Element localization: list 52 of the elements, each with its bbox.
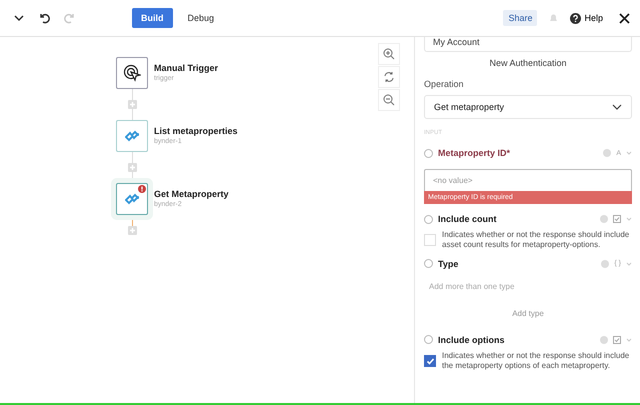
- checkbox-type-icon[interactable]: [613, 336, 621, 344]
- chevron-down-icon[interactable]: [14, 14, 24, 22]
- radio-icon[interactable]: [424, 335, 433, 344]
- mode-tab[interactable]: Build: [132, 8, 172, 28]
- close-icon[interactable]: [619, 12, 630, 24]
- add-step-icon[interactable]: [128, 100, 136, 109]
- step-title: Manual Trigger: [154, 63, 218, 73]
- bell-icon[interactable]: [549, 13, 558, 23]
- field-label: Include count: [438, 214, 498, 224]
- add-step-icon[interactable]: [128, 226, 136, 235]
- redo-icon[interactable]: [64, 12, 76, 24]
- field-label: Metaproperty ID*: [438, 148, 512, 158]
- cursor-click-icon: [123, 64, 141, 82]
- link-wave-icon: [124, 193, 140, 205]
- help-icon[interactable]: [601, 260, 610, 268]
- caret-icon[interactable]: [626, 338, 632, 342]
- mode-tab[interactable]: Debug: [178, 8, 224, 28]
- checkbox-type-icon[interactable]: [613, 215, 621, 223]
- step-node[interactable]: [116, 57, 148, 89]
- help-icon[interactable]: [603, 149, 612, 157]
- refresh-icon[interactable]: [378, 66, 400, 88]
- caret-icon[interactable]: [626, 151, 632, 155]
- help-icon[interactable]: [600, 336, 608, 344]
- chevron-down-icon: [612, 104, 622, 110]
- radio-icon[interactable]: [424, 214, 433, 224]
- account-select[interactable]: My Account: [424, 37, 632, 52]
- help-icon[interactable]: [600, 215, 608, 223]
- add-type-button[interactable]: Add type: [512, 292, 544, 330]
- new-authentication-link[interactable]: New Authentication: [489, 58, 567, 68]
- operation-select[interactable]: Get metaproperty: [424, 95, 632, 119]
- radio-icon[interactable]: [424, 259, 433, 268]
- step-node[interactable]: [116, 120, 148, 152]
- checkbox[interactable]: [424, 355, 436, 368]
- step-title: Get Metaproperty: [154, 189, 229, 199]
- undo-icon[interactable]: [38, 12, 50, 24]
- link-wave-icon: [124, 130, 140, 142]
- field-label: Include options: [438, 334, 506, 345]
- help-button[interactable]: Help: [570, 12, 603, 24]
- zoom-out-icon[interactable]: [378, 89, 400, 111]
- operation-label: Operation: [424, 79, 465, 89]
- radio-icon[interactable]: [424, 148, 433, 158]
- caret-icon[interactable]: [626, 262, 632, 266]
- zoom-in-icon[interactable]: [378, 43, 400, 65]
- help-icon: [570, 12, 582, 24]
- caret-icon[interactable]: [626, 217, 632, 221]
- step-title: List metaproperties: [154, 126, 238, 136]
- field-description: Indicates whether or not the response should include the metaproperty options of each metaproperty.: [442, 350, 630, 372]
- field-label: Type: [438, 258, 460, 269]
- add-step-icon[interactable]: [128, 163, 136, 172]
- field-description: Indicates whether or not the response should include asset count results for metaproperty-options.: [442, 230, 630, 251]
- share-button[interactable]: Share: [503, 10, 538, 26]
- error-badge-icon: [138, 185, 146, 193]
